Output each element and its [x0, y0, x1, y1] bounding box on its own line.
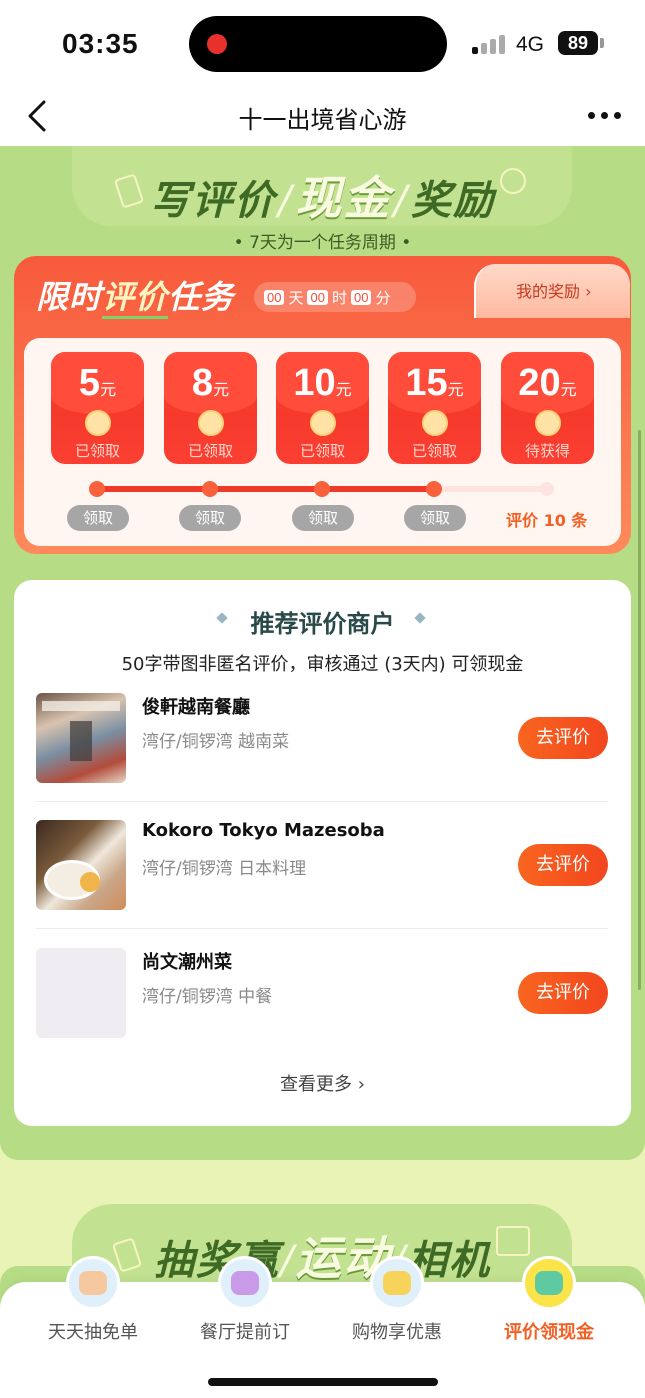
reward-amount: 20	[518, 362, 561, 404]
progress-dot	[202, 481, 218, 497]
merchant-photo	[36, 820, 126, 910]
task-cycle-subtitle: • 7天为一个任务周期 •	[233, 233, 412, 253]
reward-packet-20: 20元 待获得	[501, 352, 594, 464]
reward-status: 已领取	[411, 442, 457, 460]
status-bar: 03:35 4G 89	[0, 0, 645, 88]
home-indicator[interactable]	[208, 1378, 438, 1386]
reward-status: 已领取	[299, 442, 345, 460]
signal-icon	[472, 34, 506, 54]
bear-icon	[66, 1256, 120, 1310]
coin-icon	[535, 410, 561, 436]
tab-label: 餐厅提前订	[200, 1322, 290, 1343]
coin-icon	[422, 410, 448, 436]
merchants-description: 50字带图非匿名评价，审核通过 (3天内) 可领现金	[121, 654, 524, 675]
task-title-part2: 任务	[168, 278, 235, 316]
dynamic-island	[189, 16, 447, 72]
reward-unit: 元	[560, 382, 577, 399]
countdown-hours-label: 时	[331, 288, 347, 307]
reward-status: 已领取	[74, 442, 120, 460]
merchant-name: 俊軒越南餐廳	[142, 697, 250, 718]
merchant-name: Kokoro Tokyo Mazesoba	[142, 820, 385, 841]
task-title: 限时评价任务	[36, 272, 235, 319]
tab-restaurant-booking[interactable]: 餐厅提前订	[170, 1256, 320, 1356]
task-title-part1: 限时	[36, 278, 103, 316]
claim-button[interactable]: 领取	[179, 505, 241, 531]
hero-title-highlight: 现金	[295, 171, 392, 225]
battery-tip	[600, 38, 604, 48]
reward-packet-10: 10元 已领取	[276, 352, 369, 464]
reward-packet-5: 5元 已领取	[51, 352, 144, 464]
network-type: 4G	[516, 33, 545, 56]
reward-unit: 元	[100, 382, 117, 399]
tab-shopping-deals[interactable]: 购物享优惠	[322, 1256, 472, 1356]
countdown-days: 00	[264, 289, 285, 305]
battery-icon: 89	[558, 31, 598, 55]
see-more-link[interactable]: 查看更多 ›	[0, 1070, 645, 1096]
tab-daily-lottery[interactable]: 天天抽免单	[18, 1256, 168, 1356]
my-rewards-link[interactable]: 我的奖励 ›	[516, 278, 592, 302]
countdown-days-label: 天	[288, 288, 304, 307]
reward-amount: 15	[405, 362, 448, 404]
reward-packet-15: 15元 已领取	[388, 352, 481, 464]
coin-icon	[85, 410, 111, 436]
countdown-hours: 00	[307, 289, 328, 305]
tab-review-cash[interactable]: 评价领现金	[474, 1256, 624, 1356]
claim-button[interactable]: 领取	[67, 505, 129, 531]
progress-fill	[96, 486, 434, 492]
divider	[36, 928, 608, 929]
scrollbar[interactable]	[638, 430, 641, 990]
coin-icon	[198, 410, 224, 436]
task-title-highlight: 评价	[102, 278, 169, 319]
claim-button[interactable]: 领取	[292, 505, 354, 531]
countdown-minutes-label: 分	[375, 288, 391, 307]
merchant-meta: 湾仔/铜锣湾 日本料理	[142, 859, 307, 879]
merchant-photo-placeholder	[36, 948, 126, 1038]
merchants-title: 推荐评价商户	[250, 610, 395, 638]
merchant-row[interactable]: Kokoro Tokyo Mazesoba 湾仔/铜锣湾 日本料理 去评价	[36, 820, 608, 912]
countdown-timer: 00 天 00 时 00 分	[254, 282, 416, 312]
page-title: 十一出境省心游	[238, 106, 407, 134]
reward-unit: 元	[213, 382, 230, 399]
hero-title: 写评价/现金/奖励	[150, 171, 495, 225]
nav-bar: 十一出境省心游	[0, 88, 645, 146]
merchant-name: 尚文潮州菜	[142, 952, 232, 973]
reward-packet-8: 8元 已领取	[164, 352, 257, 464]
progress-dot	[314, 481, 330, 497]
tab-label: 天天抽免单	[48, 1322, 138, 1343]
progress-dot	[89, 481, 105, 497]
merchant-row[interactable]: 尚文潮州菜 湾仔/铜锣湾 中餐 去评价	[36, 948, 608, 1040]
merchant-row[interactable]: 俊軒越南餐廳 湾仔/铜锣湾 越南菜 去评价	[36, 693, 608, 785]
hero-title-part1: 写评价	[150, 178, 277, 224]
tab-label: 购物享优惠	[352, 1322, 442, 1343]
reward-amount: 8	[191, 362, 214, 404]
divider	[36, 801, 608, 802]
reward-amount: 5	[78, 362, 101, 404]
sofa-icon	[218, 1256, 272, 1310]
coin-icon	[310, 410, 336, 436]
shopping-bag-icon	[370, 1256, 424, 1310]
reward-unit: 元	[447, 382, 464, 399]
tab-label: 评价领现金	[504, 1322, 594, 1343]
reward-status: 待获得	[524, 442, 570, 460]
progress-dot	[540, 482, 554, 496]
progress-dot	[426, 481, 442, 497]
reward-amount: 10	[293, 362, 336, 404]
reward-unit: 元	[335, 382, 352, 399]
merchant-meta: 湾仔/铜锣湾 越南菜	[142, 732, 290, 752]
reward-status: 已领取	[187, 442, 233, 460]
review-button[interactable]: 去评价	[518, 972, 608, 1014]
notebook-icon	[522, 1256, 576, 1310]
countdown-minutes: 00	[350, 289, 372, 305]
merchant-photo	[36, 693, 126, 783]
recording-indicator-icon	[207, 34, 227, 54]
claim-button[interactable]: 领取	[404, 505, 466, 531]
merchant-meta: 湾仔/铜锣湾 中餐	[142, 987, 273, 1007]
reward-target-label: 评价 10 条	[506, 511, 588, 530]
review-button[interactable]: 去评价	[518, 717, 608, 759]
status-time: 03:35	[62, 28, 139, 59]
more-options-icon[interactable]	[588, 112, 622, 122]
hero-title-part2: 奖励	[410, 178, 495, 224]
review-button[interactable]: 去评价	[518, 844, 608, 886]
